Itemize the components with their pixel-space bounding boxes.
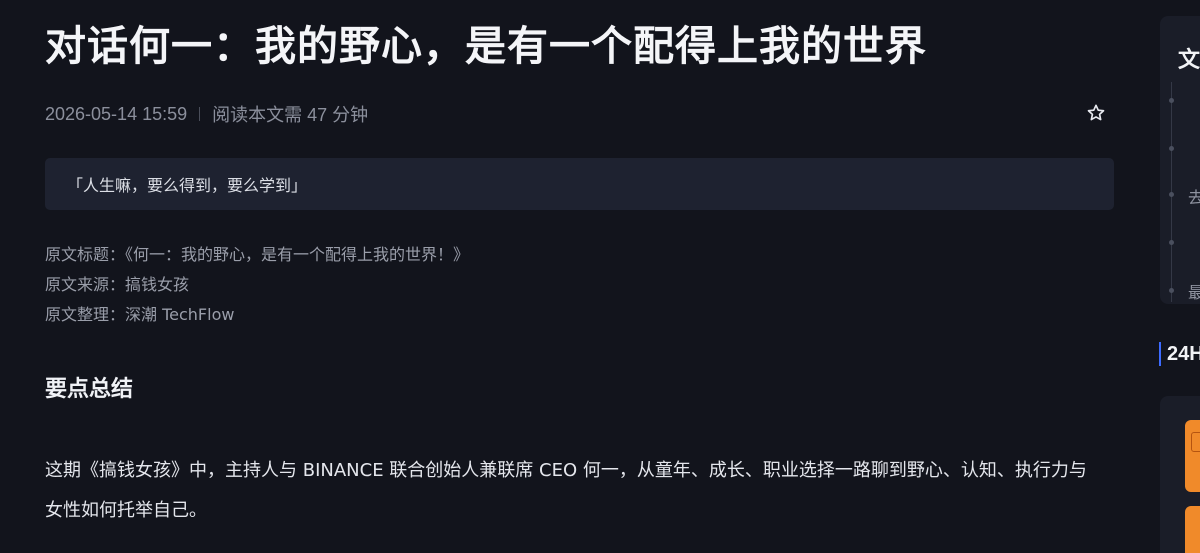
thumbnail-graphic [1191,432,1200,452]
toc-dot[interactable] [1169,192,1174,197]
meta-divider [199,107,201,121]
toc-item[interactable]: 最 [1188,283,1200,303]
article-title: 对话何一：我的野心，是有一个配得上我的世界 [45,22,927,70]
source-origin: 原文来源：搞钱女孩 [45,275,190,294]
toc-title: 文 [1178,48,1200,73]
source-editor: 原文整理：深潮 TechFlow [45,305,235,324]
toc-panel: 文 去 最 [1160,16,1200,304]
page: 对话何一：我的野心，是有一个配得上我的世界 2026-05-14 15:59 阅… [0,0,1200,553]
hot-news-card [1160,396,1200,553]
toc-dot [1169,98,1174,103]
article-meta: 2026-05-14 15:59 阅读本文需 47 分钟 [45,101,368,127]
toc-dot [1169,240,1174,245]
star-outline-icon [1087,104,1105,121]
article-quote: 「人生嘛，要么得到，要么学到」 [45,158,1114,210]
quote-text: 「人生嘛，要么得到，要么学到」 [67,176,308,195]
source-title: 原文标题：《何一：我的野心，是有一个配得上我的世界！》 [45,245,470,264]
publish-datetime: 2026-05-14 15:59 [45,103,188,124]
toc-dot[interactable] [1169,288,1174,293]
section-heading: 要点总结 [45,377,134,402]
news-thumbnail[interactable] [1185,420,1200,492]
favorite-button[interactable] [1083,100,1109,126]
toc-dot [1169,146,1174,151]
summary-paragraph: 这期《搞钱女孩》中，主持人与 BINANCE 联合创始人兼联席 CEO 何一，从… [45,460,1087,521]
read-time: 阅读本文需 47 分钟 [212,105,369,125]
news-thumbnail[interactable] [1185,506,1200,553]
toc-item[interactable]: 去 [1188,188,1200,208]
source-info: 原文标题：《何一：我的野心，是有一个配得上我的世界！》 原文来源：搞钱女孩 原文… [45,240,469,330]
hot-news-title: 24H [1159,342,1200,366]
